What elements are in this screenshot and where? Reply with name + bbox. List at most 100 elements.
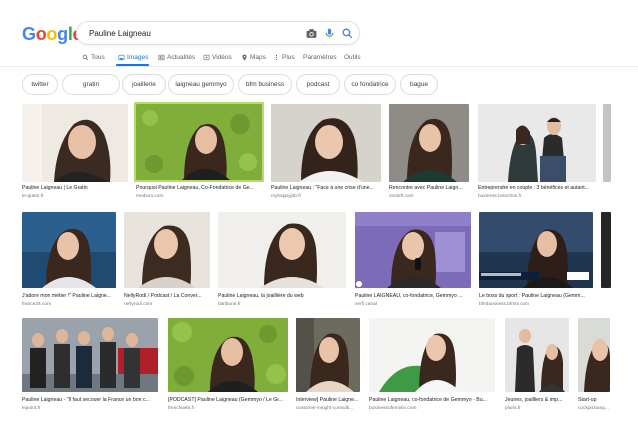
image-result[interactable]: Pauline Laigneau : "Face à une crise d'u…: [271, 104, 381, 202]
result-thumbnail[interactable]: [296, 318, 360, 392]
image-result[interactable]: NellyRodi / Podcast / La Conver... nelly…: [124, 212, 210, 308]
more-dots-icon: [275, 54, 278, 60]
tab-all[interactable]: Tous: [82, 50, 105, 64]
result-thumbnail[interactable]: [271, 104, 381, 182]
result-thumbnail[interactable]: [218, 212, 346, 288]
image-result[interactable]: Pauline Laigneau, la joaillière du web l…: [218, 212, 346, 308]
chip-gratin[interactable]: gratin: [62, 74, 120, 95]
result-title[interactable]: Interview] Pauline Laigne...: [296, 397, 360, 404]
result-thumbnail[interactable]: [505, 318, 569, 392]
image-result[interactable]: Entreprendre en couple : 3 bénéfices et …: [478, 104, 596, 202]
camera-icon[interactable]: [305, 27, 318, 40]
search-icon: [82, 54, 89, 60]
video-icon: [203, 54, 210, 60]
result-title[interactable]: Pauline Laigneau - "Il faut secouer la F…: [22, 397, 158, 404]
result-thumbnail[interactable]: [22, 212, 116, 288]
chip-joaillerie[interactable]: joaillerie: [122, 74, 166, 95]
result-source: nellyrodi.com: [124, 302, 153, 307]
result-title[interactable]: J'adore mon métier !" Pauline Laigne...: [22, 293, 116, 300]
image-result[interactable]: [PODCAST] Pauline Laigneau (Gemmyo / Le …: [168, 318, 288, 418]
result-thumbnail[interactable]: [22, 318, 158, 392]
tab-images[interactable]: Images: [118, 50, 148, 64]
result-source: pluris.fr: [505, 406, 521, 411]
image-result[interactable]: Pauline LAIGNEAU, co-fondatrice, Gemmyo …: [355, 212, 471, 308]
result-title[interactable]: [PODCAST] Pauline Laigneau (Gemmyo / Le …: [168, 397, 288, 404]
tab-news[interactable]: Actualités: [158, 50, 195, 64]
image-result[interactable]: Pauline Laigneau, co-fondatrice de Gemmy…: [369, 318, 495, 418]
result-title[interactable]: Jeunes, joailliers & imp...: [505, 397, 569, 404]
result-source: zeeloft.com: [389, 194, 414, 199]
result-thumbnail[interactable]: [369, 318, 495, 392]
result-thumbnail[interactable]: [389, 104, 469, 182]
search-icon[interactable]: [341, 27, 354, 40]
tab-settings[interactable]: Paramètres: [303, 50, 337, 64]
result-title[interactable]: Pauline LAIGNEAU, co-fondatrice, Gemmyo …: [355, 293, 471, 300]
result-thumbnail[interactable]: [478, 104, 596, 182]
result-source: myhappyjob.fr: [271, 194, 302, 199]
result-source: medium.com: [136, 194, 164, 199]
result-title[interactable]: Pourquoi Pauline Laigneau, Co-Fondatrice…: [136, 185, 262, 192]
tab-label: Tous: [91, 53, 105, 61]
tab-label: Paramètres: [303, 53, 337, 61]
result-title[interactable]: Entreprendre en couple : 3 bénéfices et …: [478, 185, 596, 192]
image-result[interactable]: Start-up cockpit.bang...: [578, 318, 610, 418]
result-thumbnail[interactable]: [479, 212, 593, 288]
search-input[interactable]: [89, 26, 299, 41]
result-title[interactable]: Rencontre avec Pauline Laign...: [389, 185, 469, 192]
result-source: latribune.fr: [218, 302, 241, 307]
result-thumbnail[interactable]: [578, 318, 610, 392]
map-pin-icon: [242, 54, 247, 60]
result-thumbnail[interactable]: [136, 104, 262, 180]
result-thumbnail[interactable]: [601, 212, 611, 288]
image-result[interactable]: Interview] Pauline Laigne... customer-in…: [296, 318, 360, 418]
chip-podcast[interactable]: podcast: [296, 74, 340, 95]
chip-bfm-business[interactable]: bfm business: [238, 74, 292, 95]
search-box[interactable]: [76, 21, 360, 45]
image-result[interactable]: Pauline Laigneau - "Il faut secouer la F…: [22, 318, 158, 418]
result-thumbnail[interactable]: [124, 212, 210, 288]
result-source: france24.com: [22, 302, 52, 307]
google-logo[interactable]: Google: [22, 24, 83, 45]
result-source: customer-insight-consulti...: [296, 406, 354, 411]
microphone-icon[interactable]: [323, 27, 336, 40]
tab-tools[interactable]: Outils: [344, 50, 361, 64]
result-source: bfmbusiness.bfmtv.com: [479, 302, 530, 307]
result-thumbnail[interactable]: [603, 104, 611, 182]
tab-more[interactable]: Plus: [273, 50, 295, 64]
result-source: xerfi canal: [355, 302, 377, 307]
result-title[interactable]: NellyRodi / Podcast / La Conver...: [124, 293, 210, 300]
image-result[interactable]: Le boss du sport : Pauline Laigneau (Gem…: [479, 212, 593, 308]
tab-maps[interactable]: Maps: [241, 50, 266, 64]
logo-letter: g: [57, 24, 68, 44]
result-source: frenchweb.fr: [168, 406, 195, 411]
result-title[interactable]: Le boss du sport : Pauline Laigneau (Gem…: [479, 293, 593, 300]
image-result[interactable]: J'adore mon métier !" Pauline Laigne... …: [22, 212, 116, 308]
image-result[interactable]: Pauline Laigneau | Le Gratin le-gratin.f…: [22, 104, 128, 202]
image-result[interactable]: [603, 104, 611, 182]
tab-videos[interactable]: Vidéos: [203, 50, 232, 64]
result-title[interactable]: Pauline Laigneau, co-fondatrice de Gemmy…: [369, 397, 495, 404]
result-thumbnail[interactable]: [355, 212, 471, 288]
image-result[interactable]: [601, 212, 611, 288]
chip-laigneau-gemmyo[interactable]: laigneau gemmyo: [168, 74, 234, 95]
image-result[interactable]: Jeunes, joailliers & imp... pluris.fr: [505, 318, 569, 418]
chip-twitter[interactable]: twitter: [22, 74, 58, 95]
chip-bague[interactable]: bague: [400, 74, 438, 95]
result-title[interactable]: Start-up: [578, 397, 610, 404]
related-searches-chips: twitter gratin joaillerie laigneau gemmy…: [22, 74, 622, 96]
chip-co-fondatrice[interactable]: co fondatrice: [344, 74, 396, 95]
image-result[interactable]: Pourquoi Pauline Laigneau, Co-Fondatrice…: [134, 102, 264, 202]
result-thumbnail[interactable]: [168, 318, 288, 392]
result-source: lepoint.fr: [22, 406, 41, 411]
result-thumbnail[interactable]: [22, 104, 128, 182]
tab-label: Vidéos: [212, 53, 232, 61]
result-title[interactable]: Pauline Laigneau | Le Gratin: [22, 185, 128, 192]
logo-letter: o: [46, 24, 58, 44]
image-result[interactable]: Rencontre avec Pauline Laign... zeeloft.…: [389, 104, 469, 202]
result-title[interactable]: Pauline Laigneau, la joaillière du web: [218, 293, 346, 300]
tab-label: Outils: [344, 53, 361, 61]
header-divider: [0, 66, 638, 67]
result-title[interactable]: Pauline Laigneau : "Face à une crise d'u…: [271, 185, 381, 192]
result-source: businessofeminin.com: [369, 406, 417, 411]
tab-label: Images: [127, 53, 149, 61]
